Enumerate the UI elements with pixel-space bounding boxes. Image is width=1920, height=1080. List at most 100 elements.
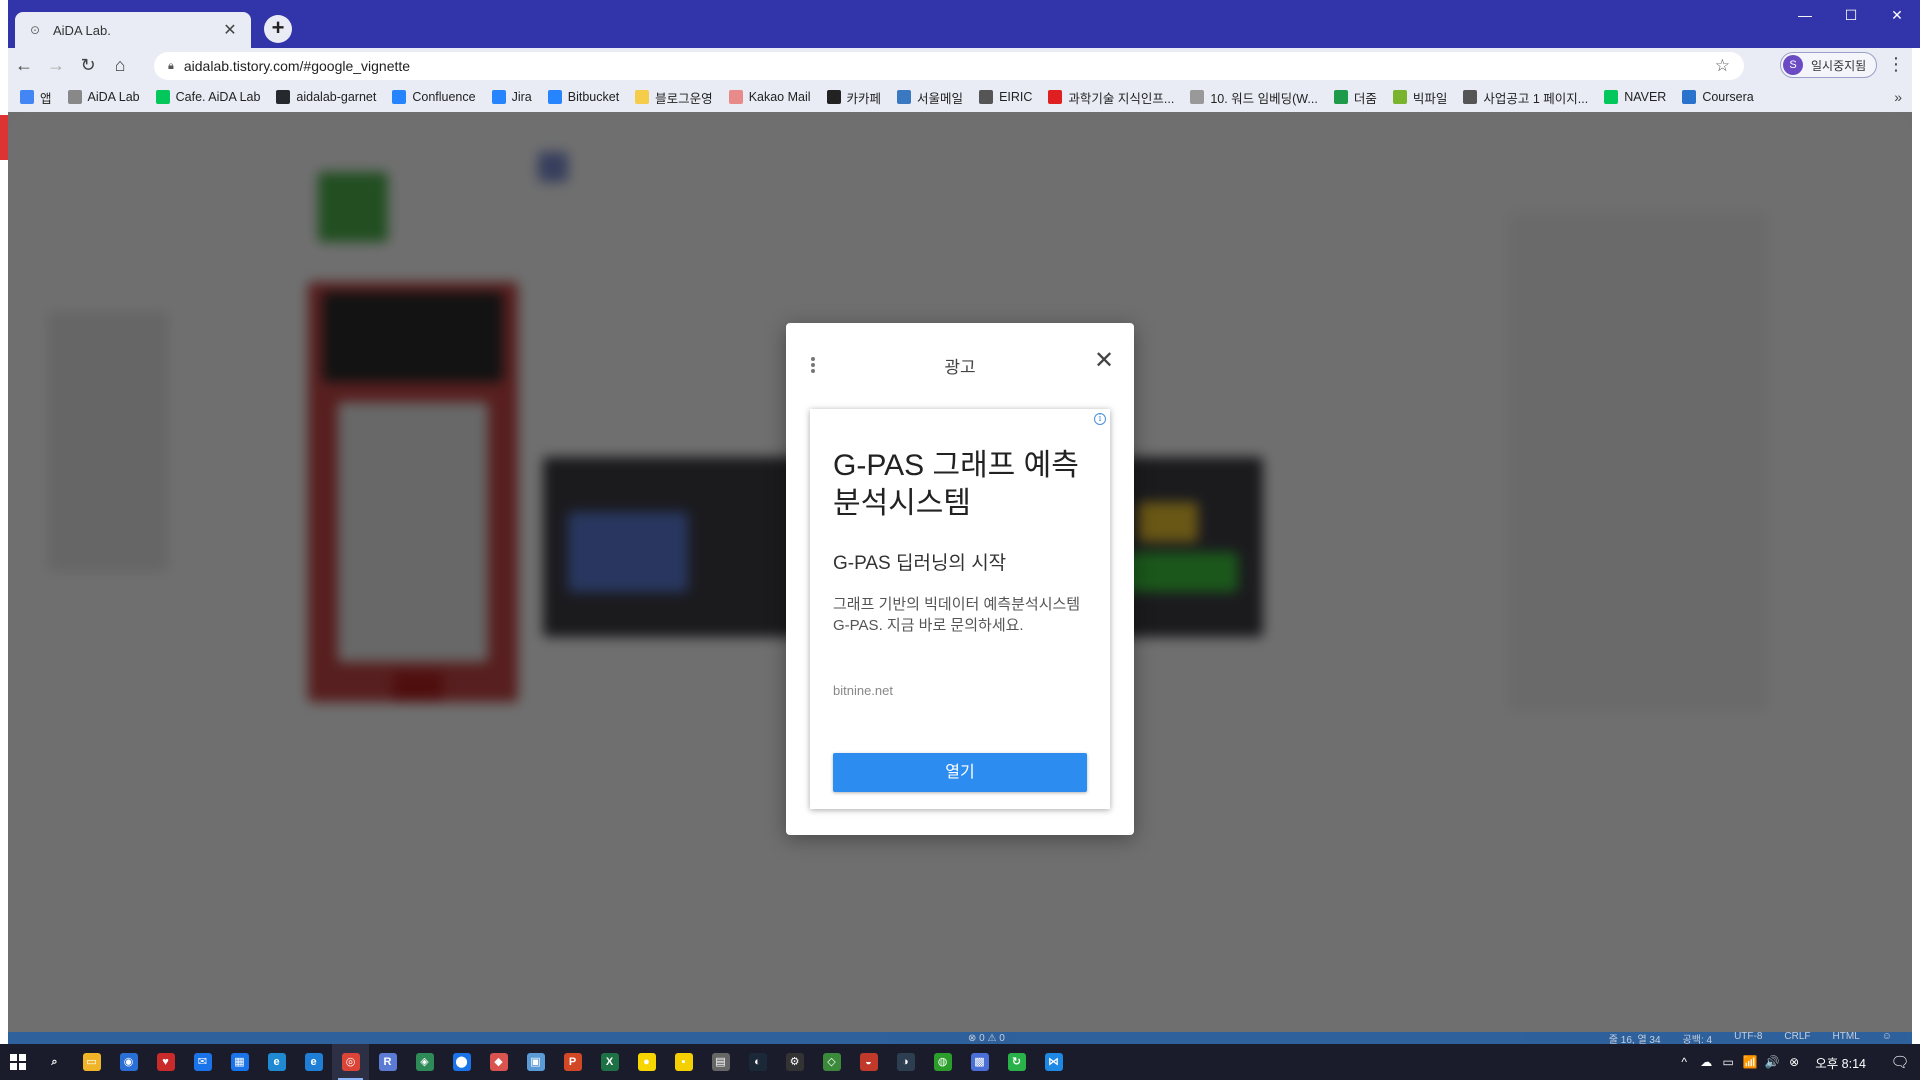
home-button[interactable]: ⌂	[104, 50, 136, 80]
bookmark-label: NAVER	[1624, 90, 1667, 104]
maximize-button[interactable]: ☐	[1828, 0, 1874, 30]
taskbar-app[interactable]: ◒	[850, 1044, 887, 1080]
bookmarks-more-button[interactable]: »	[1894, 82, 1902, 112]
profile-button[interactable]: S 일시중지됨	[1780, 52, 1878, 78]
bookmark-item[interactable]: EIRIC	[979, 90, 1032, 104]
start-button[interactable]	[0, 1044, 36, 1080]
naver-icon	[1604, 90, 1619, 104]
taskbar-app[interactable]: ◇	[813, 1044, 850, 1080]
bookmark-label: 과학기술 지식인프...	[1068, 91, 1175, 106]
taskbar-app[interactable]: R	[369, 1044, 406, 1080]
taskbar-app[interactable]: ●	[628, 1044, 665, 1080]
ad-domain[interactable]: bitnine.net	[833, 683, 893, 698]
taskbar-app[interactable]: ♥	[147, 1044, 184, 1080]
status-item[interactable]: UTF-8	[1734, 1031, 1762, 1045]
bookmark-item[interactable]: Jira	[491, 90, 532, 104]
bookmark-item[interactable]: 서울메일	[897, 88, 963, 107]
taskbar-app[interactable]: ▤	[702, 1044, 739, 1080]
status-item[interactable]: HTML	[1833, 1031, 1860, 1045]
taskbar-app[interactable]: P	[554, 1044, 591, 1080]
bookmark-item[interactable]: 과학기술 지식인프...	[1048, 88, 1174, 107]
taskbar-clock[interactable]: 오후 8:14	[1815, 1053, 1866, 1072]
taskbar-app[interactable]: ▭	[73, 1044, 110, 1080]
close-window-button[interactable]: ✕	[1874, 0, 1920, 30]
reload-button[interactable]: ↻	[72, 50, 104, 80]
ad-body-text[interactable]: 그래프 기반의 빅데이터 예측분석시스템 G-PAS. 지금 바로 문의하세요.	[833, 594, 1093, 636]
taskbar-app[interactable]: ▣	[517, 1044, 554, 1080]
taskbar-app[interactable]: ⬤	[443, 1044, 480, 1080]
tistory-icon	[67, 90, 82, 104]
status-item[interactable]: 줄 16, 열 34	[1609, 1031, 1661, 1045]
status-item[interactable]: ☺	[1882, 1031, 1892, 1045]
bookmark-item[interactable]: 더줌	[1333, 88, 1377, 107]
taskbar-app[interactable]: ▪	[665, 1044, 702, 1080]
reload-icon: ↻	[80, 54, 96, 75]
taskbar-app[interactable]: ◐	[739, 1044, 776, 1080]
taskbar-app[interactable]: e	[258, 1044, 295, 1080]
taskbar-app[interactable]: ▦	[221, 1044, 258, 1080]
ad-card[interactable]: i G-PAS 그래프 예측분석시스템 G-PAS 딥러닝의 시작 그래프 기반…	[810, 409, 1110, 809]
taskbar-app[interactable]: ▩	[961, 1044, 998, 1080]
bookmark-item[interactable]: Cafe. AiDA Lab	[155, 90, 260, 104]
bookmark-item[interactable]: 블로그운영	[635, 88, 713, 107]
close-ad-button[interactable]: ✕	[1092, 349, 1116, 373]
status-item[interactable]: CRLF	[1784, 1031, 1810, 1045]
bookmark-item[interactable]: 앱	[20, 88, 52, 107]
bookmark-star-icon[interactable]: ☆	[1715, 56, 1730, 76]
taskbar-app[interactable]: e	[295, 1044, 332, 1080]
window-controls: — ☐ ✕	[1782, 0, 1920, 30]
sticky-notes-icon: ▪	[674, 1053, 693, 1071]
new-tab-button[interactable]: +	[264, 15, 292, 43]
tray-icon[interactable]: 📶	[1739, 1055, 1761, 1069]
ad-headline[interactable]: G-PAS 그래프 예측분석시스템	[833, 447, 1093, 523]
open-ad-button[interactable]: 열기	[833, 753, 1087, 792]
taskbar-app[interactable]: ◑	[887, 1044, 924, 1080]
bookmark-item[interactable]: 빅파일	[1392, 88, 1447, 107]
bookmark-item[interactable]: NAVER	[1604, 90, 1666, 104]
taskbar-app[interactable]: ⌕	[36, 1044, 73, 1080]
taskbar-app[interactable]: ⋈	[1035, 1044, 1072, 1080]
bookmark-label: AiDA Lab	[87, 90, 140, 104]
status-problems: ⊗ 0 ⚠ 0	[968, 1032, 1005, 1044]
tray-icon[interactable]: ▭	[1717, 1055, 1739, 1069]
taskbar-app[interactable]: ◆	[480, 1044, 517, 1080]
tray-icon[interactable]: ^	[1673, 1055, 1695, 1069]
browser-menu-button[interactable]: ⋮	[1886, 54, 1906, 76]
taskbar-app[interactable]: ⚙	[776, 1044, 813, 1080]
bookmark-item[interactable]: 10. 워드 임베딩(W...	[1190, 88, 1318, 107]
tray-icon[interactable]: ☁	[1695, 1055, 1717, 1069]
bookmark-item[interactable]: Coursera	[1682, 90, 1754, 104]
taskbar-app[interactable]: ◉	[110, 1044, 147, 1080]
app-icon-1: ◉	[119, 1053, 138, 1071]
ad-info-icon[interactable]: i	[1094, 413, 1106, 425]
ad-subheadline[interactable]: G-PAS 딥러닝의 시작	[833, 548, 1093, 575]
bookmark-item[interactable]: 사업공고 1 페이지...	[1463, 88, 1588, 107]
taskbar-app[interactable]: ✉	[184, 1044, 221, 1080]
lock-icon: 🔒︎	[168, 59, 174, 72]
bookmark-item[interactable]: AiDA Lab	[67, 90, 140, 104]
taskbar-app[interactable]: ◎	[332, 1044, 369, 1080]
browser-tab-active[interactable]: ⊙ AiDA Lab. ✕	[15, 12, 251, 48]
taskbar-app[interactable]: X	[591, 1044, 628, 1080]
forward-button[interactable]: →	[40, 50, 72, 80]
notification-center-icon[interactable]: 🗨	[1880, 1053, 1920, 1071]
address-bar[interactable]: 🔒︎ aidalab.tistory.com/#google_vignette …	[154, 52, 1744, 80]
tray-icon[interactable]: 🔊	[1761, 1055, 1783, 1069]
bookmark-item[interactable]: Kakao Mail	[728, 90, 811, 104]
taskbar-app[interactable]: ↻	[998, 1044, 1035, 1080]
minimize-button[interactable]: —	[1782, 0, 1828, 30]
bookmark-item[interactable]: 카카페	[826, 88, 881, 107]
bookmark-item[interactable]: Bitbucket	[547, 90, 619, 104]
bookmark-item[interactable]: aidalab-garnet	[276, 90, 376, 104]
kakao-icon	[826, 90, 841, 104]
status-item[interactable]: 공백: 4	[1683, 1031, 1713, 1045]
taskbar-app[interactable]: ◍	[924, 1044, 961, 1080]
tray-icon[interactable]: ⊗	[1783, 1055, 1805, 1069]
bookmark-item[interactable]: Confluence	[392, 90, 476, 104]
address-bar-url[interactable]: aidalab.tistory.com/#google_vignette	[184, 58, 1715, 74]
system-tray: ^ ☁ ▭ 📶 🔊 ⊗ 오후 8:14 🗨	[1673, 1044, 1920, 1080]
tab-close-icon[interactable]: ✕	[221, 20, 239, 40]
maps-icon: ⬤	[452, 1053, 471, 1071]
taskbar-app[interactable]: ◈	[406, 1044, 443, 1080]
back-button[interactable]: ←	[8, 50, 40, 80]
